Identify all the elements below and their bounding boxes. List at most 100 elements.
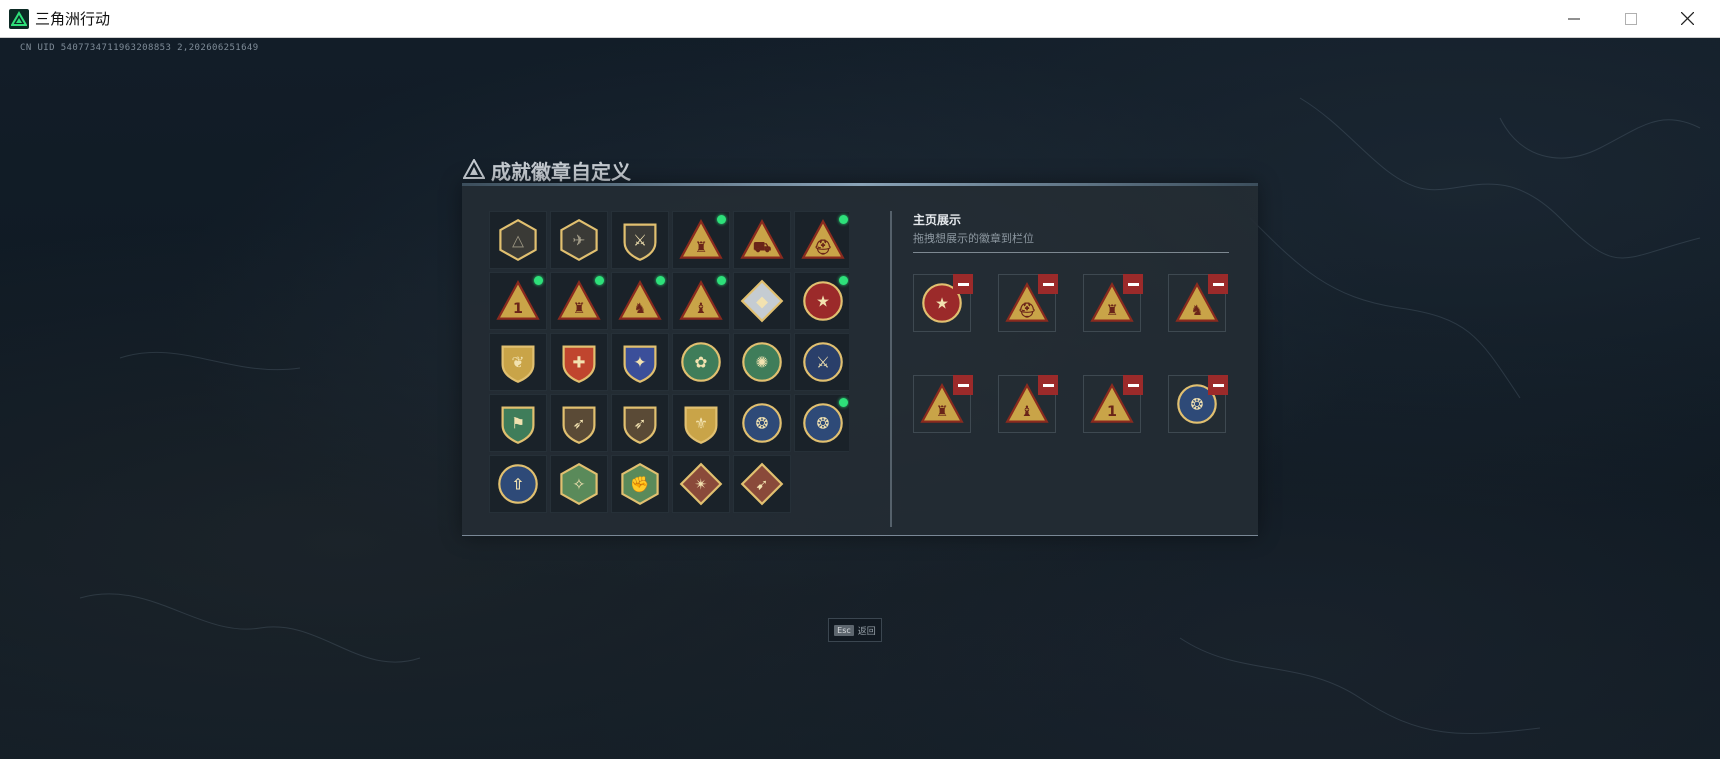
new-indicator-icon	[534, 276, 543, 285]
badge-cell-one[interactable]: 1	[489, 272, 547, 330]
helmet-badge-icon: ⛑	[801, 218, 845, 262]
badge-cell-rifle[interactable]: ➶	[550, 394, 608, 452]
helicopter-badge-icon: ✈	[557, 218, 601, 262]
beast-badge-icon: ✴	[679, 462, 723, 506]
svg-text:➶: ➶	[573, 415, 586, 433]
badge-cell-figure[interactable]: ♜	[672, 211, 730, 269]
svg-text:✊: ✊	[630, 476, 649, 494]
new-indicator-icon	[717, 215, 726, 224]
badge-cell-beast[interactable]: ✴	[672, 455, 730, 513]
badge-cell-dragon[interactable]: ❂	[794, 394, 849, 452]
star-badge-icon: ★	[801, 279, 845, 323]
minus-icon	[1127, 383, 1139, 387]
svg-text:♜: ♜	[1106, 303, 1119, 319]
svg-text:♝: ♝	[1021, 404, 1034, 420]
window-title-bar: 三角洲行动	[0, 0, 1720, 38]
badge-cell-soldier2[interactable]: ♝	[672, 272, 730, 330]
showcase-slot[interactable]: 1	[1083, 375, 1143, 433]
new-indicator-icon	[839, 276, 848, 285]
badge-cell-sun[interactable]: ✺	[733, 333, 791, 391]
showcase-slot[interactable]: ★	[913, 274, 973, 332]
badge-cell-helicopter[interactable]: ✈	[550, 211, 608, 269]
svg-text:△: △	[512, 232, 524, 250]
badge-cell-soldier[interactable]: ♞	[611, 272, 669, 330]
badge-cell-dragon[interactable]: ❂	[733, 394, 791, 452]
svg-text:⛑: ⛑	[814, 239, 832, 256]
badge-cell-cube[interactable]: ◆	[733, 272, 791, 330]
remove-badge-button[interactable]	[1208, 274, 1228, 294]
swords-badge-icon: ⚔	[801, 340, 845, 384]
badge-cell-wing[interactable]: ⚔	[611, 211, 669, 269]
showcase-slot[interactable]: ♜	[1083, 274, 1143, 332]
remove-badge-button[interactable]	[1123, 375, 1143, 395]
wolf-badge-icon: ⚑	[496, 401, 540, 445]
badge-cell-vehicle[interactable]: ⛟	[733, 211, 791, 269]
svg-text:❂: ❂	[756, 415, 769, 433]
svg-text:✈: ✈	[573, 232, 586, 250]
badge-cell-delta[interactable]: △	[489, 211, 547, 269]
remove-badge-button[interactable]	[953, 375, 973, 395]
rifle-badge-icon: ➶	[618, 401, 662, 445]
crest-badge-icon: ⚜	[679, 401, 723, 445]
badge-cell-wreath[interactable]: ❦	[489, 333, 547, 391]
new-indicator-icon	[717, 276, 726, 285]
svg-text:⚔: ⚔	[816, 354, 830, 372]
badge-customize-panel: △ ✈ ⚔ ♜ ⛟ ⛑ 1 ♜ ♞ ♝ ◆ ★ ❦ ✚ ✦ ✿ ✺ ⚔ ⚑ ➶ ➶ ⚜ ❂ ❂ ⇧ ✧ ✊ ✴ ➹ 主页展示 拖拽想展示…	[462, 183, 1258, 536]
vehicle-badge-icon: ⛟	[740, 218, 784, 262]
badge-grid[interactable]: △ ✈ ⚔ ♜ ⛟ ⛑ 1 ♜ ♞ ♝ ◆ ★ ❦ ✚ ✦ ✿ ✺ ⚔ ⚑ ➶ ➶ ⚜ ❂ ❂ ⇧ ✧ ✊ ✴ ➹	[489, 211, 849, 527]
svg-text:✺: ✺	[756, 354, 769, 372]
svg-text:♜: ♜	[573, 301, 586, 317]
minimize-button[interactable]	[1545, 0, 1602, 38]
svg-text:♜: ♜	[695, 240, 708, 256]
minimize-icon	[1567, 10, 1580, 29]
svg-text:♜: ♜	[936, 404, 949, 420]
badge-cell-flower[interactable]: ✿	[672, 333, 730, 391]
badge-cell-wolf[interactable]: ⚑	[489, 394, 547, 452]
new-indicator-icon	[839, 398, 848, 407]
svg-text:➶: ➶	[634, 415, 647, 433]
close-button[interactable]	[1659, 0, 1716, 38]
bird-badge-icon: ✧	[557, 462, 601, 506]
badge-cell-fist[interactable]: ✊	[611, 455, 669, 513]
svg-text:✚: ✚	[573, 354, 586, 372]
svg-text:♝: ♝	[695, 301, 708, 317]
showcase-subtitle: 拖拽想展示的徽章到栏位	[913, 232, 1034, 245]
delta-logo-icon	[462, 157, 486, 183]
remove-badge-button[interactable]	[1208, 375, 1228, 395]
esc-key-hint: Esc	[834, 624, 854, 636]
badge-cell-eagle[interactable]: ✦	[611, 333, 669, 391]
close-icon	[1680, 10, 1695, 29]
showcase-slot[interactable]: ⛑	[998, 274, 1058, 332]
showcase-slot[interactable]: ♞	[1168, 274, 1228, 332]
svg-text:♞: ♞	[1191, 303, 1204, 319]
badge-cell-rifle[interactable]: ➶	[611, 394, 669, 452]
badge-grid-scrollbar[interactable]	[890, 211, 892, 527]
badge-cell-arrow[interactable]: ⇧	[489, 455, 547, 513]
remove-badge-button[interactable]	[1038, 375, 1058, 395]
back-button[interactable]: Esc 返回	[828, 618, 882, 642]
svg-text:⚑: ⚑	[511, 415, 525, 433]
badge-cell-figure[interactable]: ♜	[550, 272, 608, 330]
svg-text:⚜: ⚜	[694, 415, 708, 433]
svg-text:★: ★	[935, 295, 949, 313]
badge-cell-helmet[interactable]: ⛑	[794, 211, 849, 269]
svg-text:❂: ❂	[1191, 396, 1204, 414]
minus-icon	[1042, 282, 1054, 286]
app-logo-icon	[9, 8, 29, 29]
badge-cell-star[interactable]: ★	[794, 272, 849, 330]
showcase-slot[interactable]: ❂	[1168, 375, 1228, 433]
remove-badge-button[interactable]	[1123, 274, 1143, 294]
svg-text:◆: ◆	[756, 293, 768, 311]
svg-text:⛑: ⛑	[1018, 302, 1036, 319]
badge-cell-cross[interactable]: ✚	[550, 333, 608, 391]
showcase-slot[interactable]: ♝	[998, 375, 1058, 433]
badge-cell-crest[interactable]: ⚜	[672, 394, 730, 452]
remove-badge-button[interactable]	[953, 274, 973, 294]
maximize-button[interactable]	[1602, 0, 1659, 38]
svg-text:➹: ➹	[756, 476, 769, 494]
remove-badge-button[interactable]	[1038, 274, 1058, 294]
showcase-slot[interactable]: ♜	[913, 375, 973, 433]
badge-cell-bird[interactable]: ✧	[550, 455, 608, 513]
badge-cell-runner[interactable]: ➹	[733, 455, 791, 513]
badge-cell-swords[interactable]: ⚔	[794, 333, 849, 391]
